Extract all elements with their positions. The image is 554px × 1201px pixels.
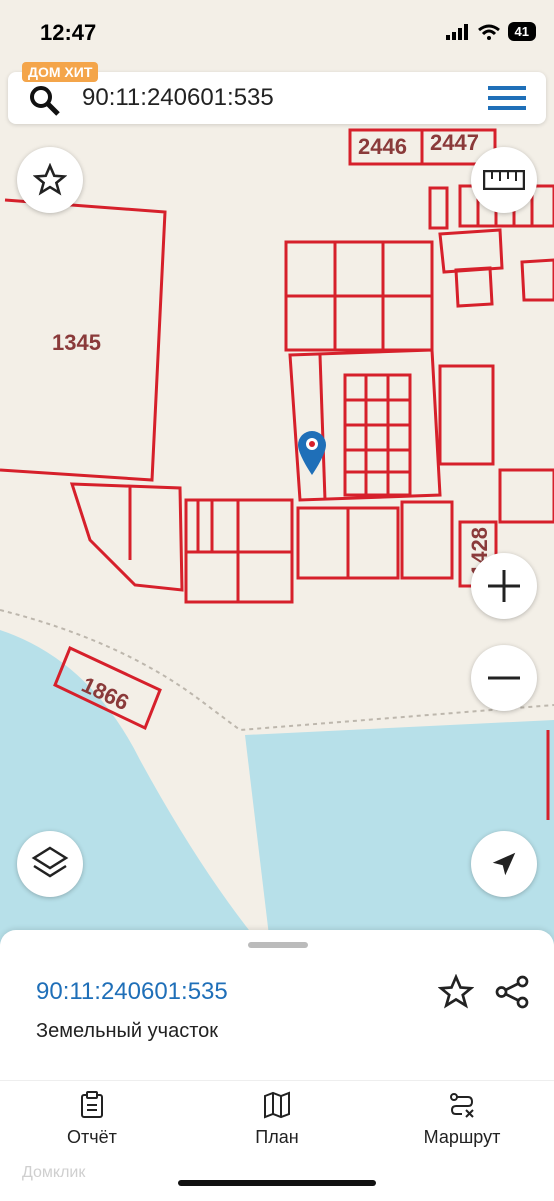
cadastral-map[interactable]: 2446 2447 1345 1428 1866 <box>0 124 554 944</box>
tab-report[interactable]: Отчёт <box>32 1091 152 1148</box>
zoom-in-button[interactable] <box>471 553 537 619</box>
status-time: 12:47 <box>40 20 97 45</box>
share-icon[interactable] <box>494 974 530 1010</box>
wifi-icon <box>477 24 500 40</box>
route-icon <box>450 1093 474 1118</box>
map-plan-icon <box>264 1091 290 1119</box>
status-bar: 12:47 41 <box>0 0 554 62</box>
ruler-button[interactable] <box>471 147 537 213</box>
plot-cadastral-number[interactable]: 90:11:240601:535 <box>36 978 228 1006</box>
home-indicator[interactable] <box>178 1180 376 1186</box>
domclick-watermark: Домклик <box>22 1164 86 1181</box>
navigation-arrow-icon <box>492 852 516 876</box>
menu-icon[interactable] <box>488 84 526 112</box>
search-icon <box>30 86 60 116</box>
layers-button[interactable] <box>17 831 83 897</box>
plot-type: Земельный участок <box>36 1020 219 1042</box>
ruler-icon <box>483 170 525 190</box>
parcel-label-2446: 2446 <box>358 134 407 159</box>
battery-indicator: 41 <box>507 22 536 41</box>
tab-plan[interactable]: План <box>217 1091 337 1148</box>
star-outline-icon <box>33 163 67 196</box>
parcel-label-2447: 2447 <box>430 130 479 155</box>
parcel-label-1345: 1345 <box>52 330 101 355</box>
star-icon[interactable] <box>438 974 474 1010</box>
favorite-button[interactable] <box>17 147 83 213</box>
tab-route[interactable]: Маршрут <box>402 1091 522 1148</box>
plus-icon <box>488 570 520 602</box>
my-location-button[interactable] <box>471 831 537 897</box>
tab-report-label: Отчёт <box>67 1127 117 1147</box>
layers-icon <box>31 846 69 878</box>
tab-route-label: Маршрут <box>423 1127 501 1147</box>
zoom-out-button[interactable] <box>471 645 537 711</box>
status-icons: 41 <box>445 22 536 41</box>
search-query[interactable]: 90:11:240601:535 <box>82 84 274 112</box>
minus-icon <box>488 676 520 680</box>
signal-icon <box>445 23 468 40</box>
tab-plan-label: План <box>255 1127 299 1147</box>
sheet-grip-handle[interactable] <box>248 942 308 948</box>
report-icon <box>81 1091 103 1118</box>
brand-badge: ДОМ ХИТ <box>22 62 99 82</box>
plot-info-sheet[interactable]: 90:11:240601:535 Земельный участок <box>0 930 554 1080</box>
